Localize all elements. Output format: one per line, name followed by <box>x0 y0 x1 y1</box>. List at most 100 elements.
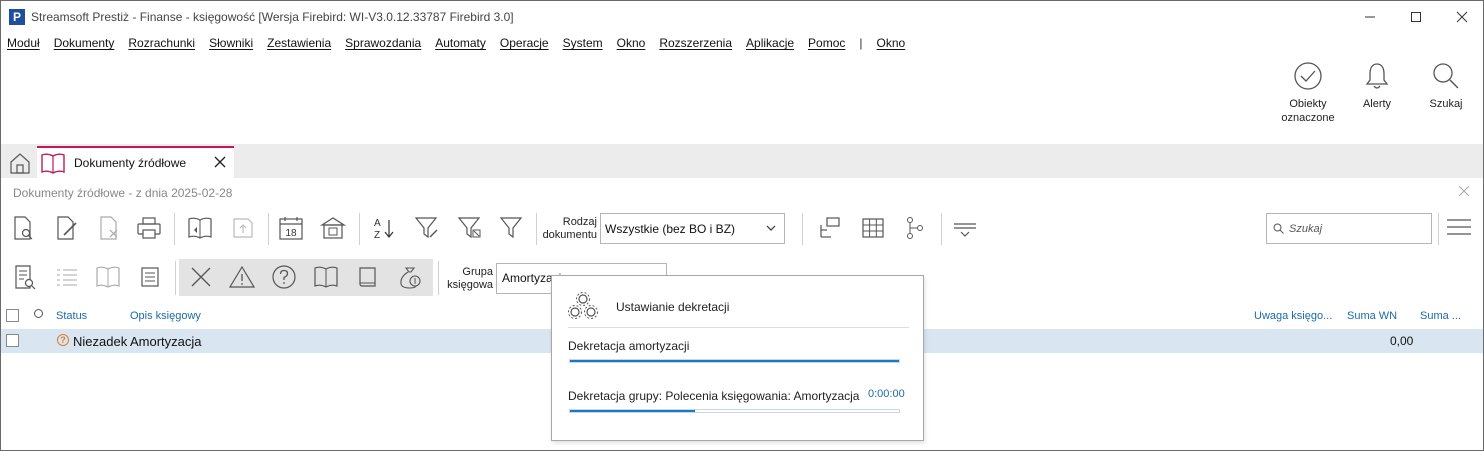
window-title: Streamsoft Prestiż - Finanse - księgowoś… <box>31 10 514 24</box>
gears-icon <box>568 292 598 319</box>
column-sum-wn[interactable]: Suma WN <box>1347 310 1397 322</box>
filter-edit-button[interactable] <box>413 214 441 242</box>
printer-icon <box>137 217 161 239</box>
warning-icon <box>229 265 255 288</box>
open-book-icon <box>314 266 338 288</box>
close-window-button[interactable] <box>1439 1 1483 33</box>
bank-icon <box>320 217 346 239</box>
marked-objects-label-1: Obiekty <box>1289 98 1327 110</box>
divider <box>568 327 909 328</box>
book-link-button[interactable] <box>94 263 122 291</box>
home-tab[interactable] <box>5 147 35 178</box>
doc-type-label-1: Rodzaj <box>562 216 597 228</box>
print-button[interactable] <box>135 214 163 242</box>
search-icon <box>1273 223 1284 234</box>
filter-clear-icon <box>457 217 481 239</box>
more-options-button[interactable] <box>951 214 979 242</box>
warning-button[interactable] <box>228 263 256 291</box>
close-tab-icon[interactable] <box>214 156 226 168</box>
tab-strip: Dokumenty źródłowe <box>1 144 1483 178</box>
minimize-icon <box>1365 16 1375 18</box>
preview-document-button[interactable] <box>9 214 37 242</box>
sort-button[interactable]: AZ <box>369 214 397 242</box>
menu-dokumenty[interactable]: Dokumenty <box>54 36 115 50</box>
row-sum-wn: 0,00 <box>1390 334 1414 348</box>
search-top-button[interactable]: Szukaj <box>1411 61 1481 111</box>
archive-button[interactable] <box>319 214 347 242</box>
menu-separator: | <box>859 36 863 50</box>
search-label: Szukaj <box>1429 98 1463 110</box>
menu-zestawienia[interactable]: Zestawienia <box>267 36 331 50</box>
menu-pomoc[interactable]: Pomoc <box>808 36 845 50</box>
filter-edit-icon <box>414 217 438 239</box>
tree-columns-icon <box>820 217 840 238</box>
list-view-button[interactable] <box>53 263 81 291</box>
filter-clear-button[interactable] <box>456 214 484 242</box>
search-input[interactable]: Szukaj <box>1266 213 1432 244</box>
column-sum-ma[interactable]: Suma ... <box>1420 310 1461 322</box>
closed-book-button[interactable] <box>354 263 382 291</box>
tab-source-documents[interactable]: Dokumenty źródłowe <box>37 146 234 178</box>
open-book-button[interactable] <box>312 263 340 291</box>
task2-progress-fill <box>570 410 696 412</box>
minimize-button[interactable] <box>1347 1 1393 33</box>
column-description[interactable]: Opis księgowy <box>130 310 201 322</box>
money-bag-button[interactable] <box>396 263 424 291</box>
menu-okno[interactable]: Okno <box>617 36 646 50</box>
menu-rozrachunki[interactable]: Rozrachunki <box>128 36 195 50</box>
menu-okno-extra[interactable]: Okno <box>877 36 906 50</box>
progress-dialog: Ustawianie dekretacji Dekretacja amortyz… <box>551 275 924 441</box>
toolbar-separator <box>1438 213 1439 245</box>
alerts-button[interactable]: Alerty <box>1342 61 1412 111</box>
help-button[interactable] <box>270 263 298 291</box>
select-all-checkbox[interactable] <box>6 309 19 322</box>
group-label-2: księgowa <box>447 279 493 291</box>
tab-label: Dokumenty źródłowe <box>74 156 187 170</box>
document-list-button[interactable] <box>11 263 39 291</box>
date-button[interactable]: 18 <box>277 214 305 242</box>
column-status[interactable]: Status <box>56 310 87 322</box>
status-question-icon: ? <box>57 334 69 346</box>
sort-az-icon: AZ <box>374 218 394 241</box>
sort-z-letter: Z <box>374 230 380 241</box>
cancel-posting-button[interactable] <box>187 263 215 291</box>
maximize-icon <box>1411 12 1421 22</box>
doc-type-select[interactable]: Wszystkie (bez BO i BZ) <box>600 213 785 244</box>
mark-column-icon[interactable] <box>34 309 43 318</box>
calendar-icon: 18 <box>279 217 303 240</box>
menu-aplikacje[interactable]: Aplikacje <box>746 36 794 50</box>
post-document-button[interactable] <box>186 214 214 242</box>
panel-title: Dokumenty źródłowe - z dnia 2025-02-28 <box>13 186 233 200</box>
maximize-button[interactable] <box>1393 1 1439 33</box>
document-search-icon <box>14 216 33 240</box>
group-label: Grupa księgowa <box>441 266 493 292</box>
grid-icon <box>862 218 884 238</box>
edit-document-button[interactable] <box>52 214 80 242</box>
menu-operacje[interactable]: Operacje <box>500 36 549 50</box>
menu-sprawozdania[interactable]: Sprawozdania <box>345 36 421 50</box>
alerts-label: Alerty <box>1362 98 1392 110</box>
main-menu-button[interactable] <box>1446 217 1472 240</box>
column-note[interactable]: Uwaga księgo... <box>1254 310 1332 322</box>
toolbar-separator <box>359 213 360 245</box>
row-checkbox[interactable] <box>6 334 19 347</box>
menu-rozszerzenia[interactable]: Rozszerzenia <box>659 36 732 50</box>
menu-slowniki[interactable]: Słowniki <box>209 36 253 50</box>
menu-automaty[interactable]: Automaty <box>435 36 486 50</box>
hierarchy-button[interactable] <box>901 214 929 242</box>
close-icon <box>1458 185 1470 197</box>
app-window: P Streamsoft Prestiż - Finanse - księgow… <box>0 0 1484 451</box>
export-button[interactable] <box>229 214 257 242</box>
grid-button[interactable] <box>859 214 887 242</box>
marked-objects-button[interactable]: Obiekty oznaczone <box>1273 61 1343 125</box>
delete-document-button[interactable] <box>95 214 123 242</box>
columns-button[interactable] <box>816 214 844 242</box>
menu-modul[interactable]: Moduł <box>7 36 40 50</box>
toolbar-separator <box>438 261 439 295</box>
details-button[interactable] <box>136 263 164 291</box>
menu-system[interactable]: System <box>563 36 603 50</box>
filter-button[interactable] <box>498 214 526 242</box>
bell-icon <box>1365 63 1389 89</box>
panel-close-button[interactable] <box>1458 185 1470 199</box>
task2-elapsed-time: 0:00:00 <box>868 388 905 400</box>
